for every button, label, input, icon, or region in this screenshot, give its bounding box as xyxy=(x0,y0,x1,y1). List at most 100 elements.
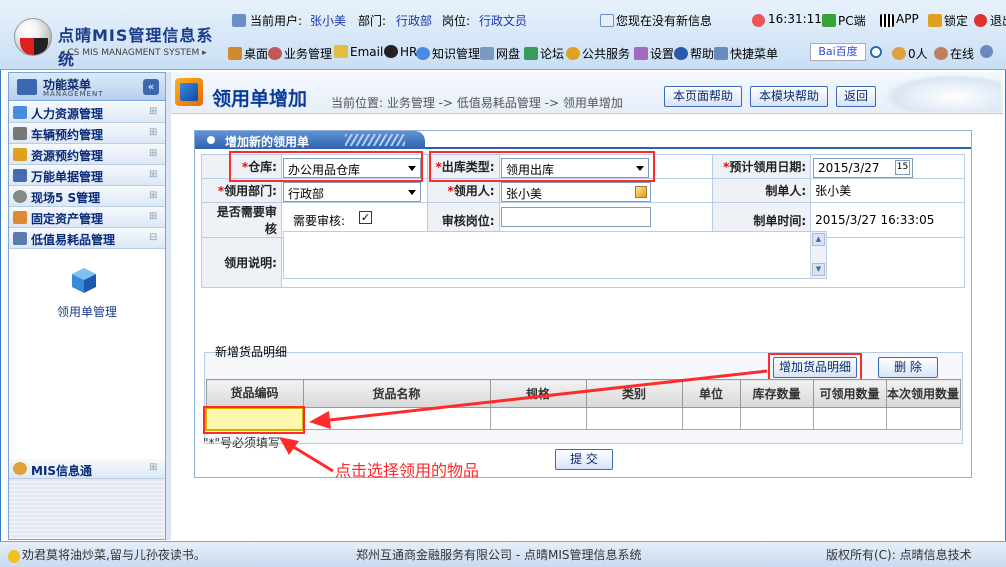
logo-icon xyxy=(14,18,52,56)
nav-email[interactable]: Email xyxy=(334,45,383,59)
shortcut-icon xyxy=(714,47,728,60)
sidebar-item-documents[interactable]: 万能单据管理 ⊞ xyxy=(9,165,165,186)
arrow-head-upper xyxy=(309,411,331,429)
post-label: 岗位: xyxy=(442,14,471,28)
handshake-icon xyxy=(883,74,1001,112)
nav-business[interactable]: 业务管理 xyxy=(268,45,332,62)
hr-icon xyxy=(384,45,398,58)
sidebar-item-vehicle[interactable]: 车辆预约管理 ⊞ xyxy=(9,123,165,144)
back-button[interactable]: 返回 xyxy=(836,86,876,107)
form-panel: 增加新的领用单 *仓库: *出库类型: *预计领用日期: *领用部门: *领用人… xyxy=(194,130,972,480)
arrow-line-upper xyxy=(320,369,768,423)
sidebar-module-receipt[interactable]: 领用单管理 xyxy=(9,303,165,320)
forum-icon xyxy=(524,47,538,60)
nav-forum[interactable]: 论坛 xyxy=(524,45,564,62)
gear-icon xyxy=(13,190,27,203)
sidebar-item-resource[interactable]: 资源预约管理 ⊞ xyxy=(9,144,165,165)
menu-icon xyxy=(17,79,37,95)
nav-public[interactable]: 公共服务 xyxy=(566,45,630,62)
nav-netdisk[interactable]: 网盘 xyxy=(480,45,520,62)
app-subtitle: ◂ CS MIS MANAGMENT SYSTEM ▸ xyxy=(60,48,207,58)
person-icon xyxy=(934,47,948,60)
sidebar-item-consumables[interactable]: 低值易耗品管理 ⊟ xyxy=(9,228,165,249)
sidebar-item-assets[interactable]: 固定资产管理 ⊞ xyxy=(9,207,165,228)
lock-link[interactable]: 锁定 xyxy=(944,12,968,29)
box-icon xyxy=(13,211,27,224)
expand-icon: ⊞ xyxy=(149,169,158,180)
users-icon xyxy=(892,47,906,60)
module-help-button[interactable]: 本模块帮助 xyxy=(750,86,828,107)
clock-time: 16:31:11 xyxy=(768,12,822,26)
sidebar-info-header[interactable]: MIS信息通 ⊞ xyxy=(9,459,165,479)
sidebar-item-5s[interactable]: 现场5 S管理 ⊞ xyxy=(9,186,165,207)
expand-icon: ⊞ xyxy=(149,127,158,138)
info-users-icon xyxy=(13,462,27,475)
footer-motto: 劝君莫将油炒菜,留与儿孙夜读书。 xyxy=(22,548,206,562)
main-content: 领用单增加 当前位置: 业务管理 -> 低值易耗品管理 -> 领用单增加 本页面… xyxy=(171,72,1003,540)
message-text[interactable]: 您现在没有新信息 xyxy=(616,12,712,29)
page-icon xyxy=(175,78,203,106)
sidebar-info-title: MIS信息通 xyxy=(31,464,93,478)
document-icon xyxy=(13,169,27,182)
medal-icon xyxy=(13,148,27,161)
search-icon[interactable] xyxy=(870,45,884,59)
sidebar-header: 功能菜单 MANAGEMENT « xyxy=(9,73,165,101)
sidebar-info-panel: MIS信息通 ⊞ xyxy=(9,459,165,539)
sidebar-title-sub: MANAGEMENT xyxy=(43,90,104,98)
settings-icon xyxy=(634,47,648,60)
footer-copyright: 版权所有(C): 点晴信息技术 xyxy=(826,548,972,562)
stack-icon xyxy=(13,232,27,245)
nav-help[interactable]: 帮助 xyxy=(674,45,714,62)
netdisk-icon xyxy=(480,47,494,60)
expand-icon: ⊞ xyxy=(149,190,158,201)
user-info-bar: 当前用户: 张小美 部门: 行政部 岗位: 行政文员 您现在没有新信息 16:3… xyxy=(228,10,1006,30)
nav-shortcut[interactable]: 快捷菜单 xyxy=(714,45,778,62)
footer-company: 郑州互通商金融服务有限公司 - 点晴MIS管理信息系统 xyxy=(356,548,642,562)
expand-icon: ⊞ xyxy=(149,462,158,473)
current-user-label: 当前用户: xyxy=(250,14,303,28)
nav-desktop[interactable]: 桌面 xyxy=(228,45,268,62)
nav-knowledge[interactable]: 知识管理 xyxy=(416,45,480,62)
online-users[interactable]: 0人 xyxy=(892,45,928,62)
baidu-search-box[interactable]: Bai百度 xyxy=(810,43,866,61)
public-icon xyxy=(566,47,580,60)
expand-icon: ⊞ xyxy=(149,106,158,117)
hr-icon xyxy=(13,106,27,119)
arrow-head-lower xyxy=(279,437,299,455)
expand-icon: ⊞ xyxy=(149,211,158,222)
chevron-down-icon[interactable] xyxy=(980,45,995,59)
dept-label: 部门: xyxy=(358,14,387,28)
desktop-icon xyxy=(228,47,242,60)
dept-value: 行政部 xyxy=(396,14,433,28)
cube-icon[interactable] xyxy=(69,265,99,295)
expand-icon: ⊞ xyxy=(149,148,158,159)
nav-hr[interactable]: HR xyxy=(384,45,417,59)
page-header: 领用单增加 当前位置: 业务管理 -> 低值易耗品管理 -> 领用单增加 本页面… xyxy=(171,72,1003,114)
current-user-value: 张小美 xyxy=(310,14,347,28)
sidebar-item-hr[interactable]: 人力资源管理 ⊞ xyxy=(9,102,165,123)
car-icon xyxy=(13,127,27,140)
help-icon xyxy=(674,47,688,60)
status-bar: 劝君莫将油炒菜,留与儿孙夜读书。 郑州互通商金融服务有限公司 - 点晴MIS管理… xyxy=(0,541,1006,567)
online-status[interactable]: 在线 xyxy=(934,45,974,62)
breadcrumb: 当前位置: 业务管理 -> 低值易耗品管理 -> 领用单增加 xyxy=(331,96,623,110)
pc-link[interactable]: PC端 xyxy=(838,12,866,29)
logout-link[interactable]: 退出 xyxy=(990,12,1006,29)
app-title: 点晴MIS管理信息系统 xyxy=(58,26,214,69)
nav-settings[interactable]: 设置 xyxy=(634,45,674,62)
app-link[interactable]: APP xyxy=(896,12,919,26)
business-icon xyxy=(268,47,282,60)
collapse-icon: ⊟ xyxy=(149,232,158,243)
main-nav: 桌面 业务管理 Email HR 知识管理 网盘 论坛 公共服务 设置 帮助 快… xyxy=(228,42,1002,64)
post-value: 行政文员 xyxy=(479,14,528,28)
sidebar-collapse-button[interactable]: « xyxy=(143,79,159,95)
app-logo: 点晴MIS管理信息系统 ◂ CS MIS MANAGMENT SYSTEM ▸ xyxy=(6,4,221,69)
app-header: 点晴MIS管理信息系统 ◂ CS MIS MANAGMENT SYSTEM ▸ … xyxy=(0,0,1006,70)
page-help-button[interactable]: 本页面帮助 xyxy=(664,86,742,107)
knowledge-icon xyxy=(416,47,430,60)
page-title: 领用单增加 xyxy=(212,88,308,110)
sidebar-module-panel xyxy=(9,249,165,459)
annotation-arrows xyxy=(279,369,768,473)
email-icon xyxy=(334,45,348,58)
sidebar: 功能菜单 MANAGEMENT « 人力资源管理 ⊞ 车辆预约管理 ⊞ 资源预约管理… xyxy=(8,72,166,540)
